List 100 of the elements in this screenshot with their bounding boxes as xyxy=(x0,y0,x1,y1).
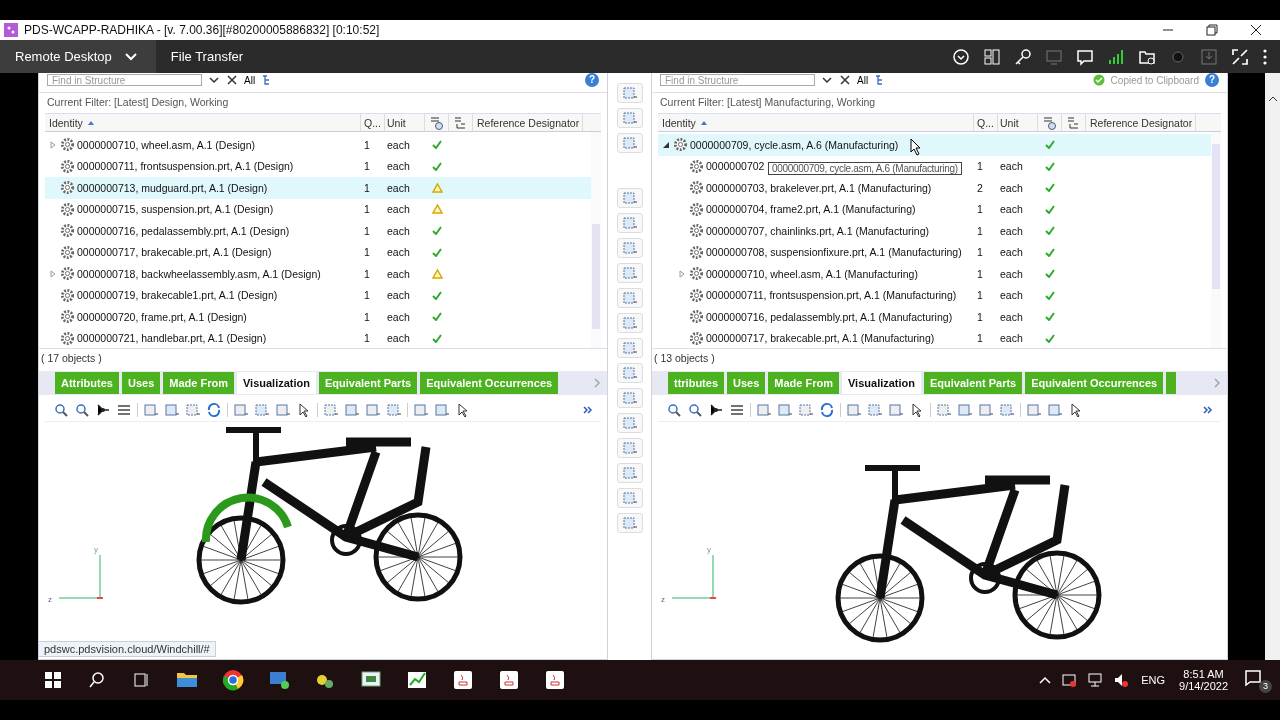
collapse-arrow-icon[interactable] xyxy=(662,140,670,149)
tool-button[interactable] xyxy=(616,413,643,433)
speaker-muted-icon[interactable] xyxy=(1113,672,1130,688)
tool-button[interactable] xyxy=(616,313,643,333)
monitor-icon[interactable] xyxy=(1045,47,1063,66)
tree-row[interactable]: 0000000711, frontsuspension.prt, A.1 (Design) 1 each xyxy=(45,155,591,177)
column-header[interactable]: Reference Designator xyxy=(1086,114,1196,131)
cut-off-tab[interactable] xyxy=(1166,372,1177,394)
tool-button[interactable] xyxy=(616,463,643,483)
rotate-icon[interactable] xyxy=(206,402,222,418)
caret-icon[interactable] xyxy=(208,75,220,85)
tool-button[interactable] xyxy=(616,213,643,233)
tree-row[interactable]: 0000000719, brakecable1.prt, A.1 (Design) 1 each xyxy=(45,284,591,306)
tree-row[interactable]: 0000000702 0000000709, cycle.asm, A.6 (Manufacturing) 1 each xyxy=(658,155,1211,177)
close-icon[interactable] xyxy=(1250,24,1262,36)
tree-row[interactable]: 0000000709, cycle.asm, A.6 (Manufacturing) xyxy=(658,134,1211,156)
chart-app-icon[interactable] xyxy=(406,670,428,690)
help-icon[interactable]: ? xyxy=(1205,73,1219,87)
tool-button[interactable] xyxy=(616,133,643,153)
scroll-right-icon[interactable] xyxy=(593,377,601,389)
column-header[interactable]: Q... xyxy=(361,114,385,131)
tree-row[interactable]: 0000000718, backwheelassembly.asm, A.1 (Design) 1 each xyxy=(45,263,591,285)
network-icon[interactable] xyxy=(1087,672,1104,688)
more-icon[interactable] xyxy=(583,405,593,415)
tree-row[interactable]: 0000000717, brakecable.prt, A.1 (Manufacturing) 1 each xyxy=(658,327,1211,349)
column-header[interactable]: Identity xyxy=(658,114,974,131)
tree-row[interactable]: 0000000710, wheel.asm, A.1 (Design) 1 each xyxy=(45,134,591,156)
tree-row[interactable]: 0000000716, pedalassembly.prt, A.1 (Manufacturing) 1 each xyxy=(658,306,1211,328)
column-header[interactable]: Q... xyxy=(974,114,998,131)
caret-up-icon[interactable] xyxy=(1039,675,1052,685)
scrollbar[interactable] xyxy=(1265,73,1280,660)
scroll-right-icon[interactable] xyxy=(1213,377,1221,389)
close-icon[interactable] xyxy=(226,75,238,85)
all-button[interactable]: All xyxy=(244,74,256,86)
tool-button[interactable] xyxy=(616,438,643,458)
list-icon[interactable] xyxy=(729,402,745,418)
list-icon[interactable] xyxy=(116,402,132,418)
windows-logo-icon[interactable] xyxy=(44,671,62,689)
nodes-icon[interactable] xyxy=(95,402,111,418)
tree-row[interactable]: 0000000720, frame.prt, A.1 (Design) 1 each xyxy=(45,306,591,328)
expand-arrow-icon[interactable] xyxy=(49,269,57,278)
task-view-icon[interactable] xyxy=(132,671,150,689)
column-header[interactable]: Unit xyxy=(385,114,425,131)
rotate-icon[interactable] xyxy=(819,402,835,418)
tree-row[interactable]: 0000000716, pedalassembly.prt, A.1 (Design) 1 each xyxy=(45,220,591,242)
restore-icon[interactable] xyxy=(1206,24,1218,36)
tool-button[interactable] xyxy=(616,488,643,508)
all-button[interactable]: All xyxy=(857,74,869,86)
tool-button[interactable] xyxy=(616,263,643,283)
language-indicator[interactable]: ENG xyxy=(1141,674,1166,686)
expand-arrow-icon[interactable] xyxy=(49,140,57,149)
tool-button[interactable] xyxy=(616,83,643,103)
tool-button[interactable] xyxy=(616,188,643,208)
sort-arrow-icon[interactable] xyxy=(86,119,95,126)
status-column-icon[interactable] xyxy=(1041,115,1058,130)
zoom-box-icon[interactable] xyxy=(74,402,90,418)
network-computer-icon[interactable] xyxy=(268,670,290,690)
monitor-app-icon[interactable] xyxy=(360,670,382,690)
folder-icon[interactable] xyxy=(176,670,198,690)
status-column-icon[interactable] xyxy=(428,115,445,130)
tree-row[interactable]: 0000000707, chainlinks.prt, A.1 (Manufacturing) 1 each xyxy=(658,220,1211,242)
search-field[interactable]: Find in Structure xyxy=(660,74,815,86)
tool-button[interactable] xyxy=(616,238,643,258)
tool-button[interactable] xyxy=(616,363,643,383)
nodes-icon[interactable] xyxy=(708,402,724,418)
panels-icon[interactable] xyxy=(983,47,1001,66)
zoom-icon[interactable] xyxy=(53,402,69,418)
tool-button[interactable] xyxy=(616,338,643,358)
tree-row[interactable]: 0000000715, suspension.prt, A.1 (Design) 1 each xyxy=(45,198,591,220)
tree-row[interactable]: 0000000721, handlebar.prt, A.1 (Design) 1 each xyxy=(45,327,591,349)
search-field[interactable]: Find in Structure xyxy=(47,74,202,86)
fullscreen-icon[interactable] xyxy=(1231,47,1249,66)
search-icon[interactable] xyxy=(88,671,106,689)
key-icon[interactable] xyxy=(1014,47,1032,66)
tree-row[interactable]: 0000000717, brakecable.prt, A.1 (Design) 1 each xyxy=(45,241,591,263)
close-icon[interactable] xyxy=(839,75,851,85)
scrollbar[interactable] xyxy=(591,132,601,348)
tree-row[interactable]: 0000000711, frontsuspension.prt, A.1 (Manufacturing) 1 each xyxy=(658,284,1211,306)
tool-button[interactable] xyxy=(616,513,643,533)
caret-icon[interactable] xyxy=(821,75,833,85)
tree-row[interactable]: 0000000713, mudguard.prt, A.1 (Design) 1 each xyxy=(45,177,591,199)
java-app-icon[interactable] xyxy=(452,670,474,690)
column-header[interactable]: Unit xyxy=(998,114,1038,131)
download-icon[interactable] xyxy=(1200,47,1218,66)
chat-icon[interactable] xyxy=(1076,47,1094,66)
tab[interactable]: Visualization xyxy=(842,372,922,394)
alert-icon[interactable] xyxy=(1061,672,1078,688)
toolbar-tab[interactable]: Remote Desktop xyxy=(0,40,156,73)
java-app-icon[interactable] xyxy=(498,670,520,690)
column-header[interactable]: Identity xyxy=(45,114,361,131)
kebab-menu-icon[interactable] xyxy=(1262,47,1268,66)
toolbar-tab[interactable]: File Transfer xyxy=(155,40,262,73)
tab[interactable]: Visualization xyxy=(236,372,316,394)
tool-button[interactable] xyxy=(616,288,643,308)
tool-button[interactable] xyxy=(616,108,643,128)
tool-button[interactable] xyxy=(616,388,643,408)
java-app-icon[interactable] xyxy=(544,670,566,690)
help-icon[interactable]: ? xyxy=(585,73,599,87)
more-icon[interactable] xyxy=(1203,405,1213,415)
tree-row[interactable]: 0000000708, suspensionfixure.prt, A.1 (Manufacturing) 1 each xyxy=(658,241,1211,263)
